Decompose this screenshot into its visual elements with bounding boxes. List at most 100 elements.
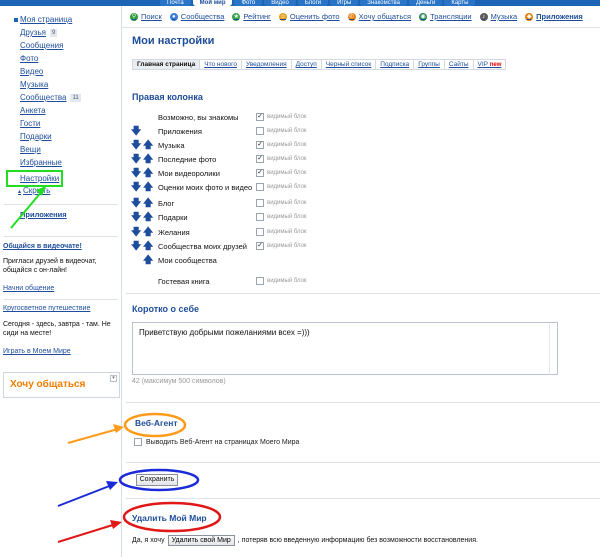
promo-videochat-link[interactable]: Начни общение xyxy=(3,285,54,292)
sidebar-item-profile[interactable]: Анкета xyxy=(20,106,46,116)
move-down-icon[interactable]: 🡇 xyxy=(131,227,141,238)
tab-groups[interactable]: Группы xyxy=(414,59,445,70)
sidebar-item-things[interactable]: Вещи xyxy=(20,145,41,155)
move-down-icon[interactable]: 🡇 xyxy=(131,198,141,209)
sidebar-item-favorites[interactable]: Избранные xyxy=(20,158,62,168)
sidebar-item-communities[interactable]: Сообщества 11 xyxy=(20,93,81,103)
sidebar-item-hide[interactable]: ▴ Скрыть xyxy=(18,186,50,197)
about-textarea[interactable]: Приветствую добрыми пожеланиями всех =))… xyxy=(132,322,558,375)
sidebar-item-guests[interactable]: Гости xyxy=(20,119,40,129)
collapse-widget-icon[interactable]: ▾ xyxy=(110,375,117,382)
tab-access[interactable]: Доступ xyxy=(291,59,322,70)
move-down-icon[interactable]: 🡇 xyxy=(131,154,141,165)
delete-world-title: Удалить Мой Мир xyxy=(132,513,207,523)
move-down-icon[interactable]: 🡇 xyxy=(131,126,141,137)
delete-suffix: , потеряв всю введенную информацию без в… xyxy=(237,537,478,544)
sidebar-item-apps[interactable]: Приложения xyxy=(20,210,67,220)
move-up-icon[interactable]: 🡅 xyxy=(143,255,153,266)
move-up-icon[interactable]: 🡅 xyxy=(143,140,153,151)
tab-vip[interactable]: VIP new xyxy=(473,59,507,70)
move-up-icon[interactable]: 🡅 xyxy=(143,168,153,179)
promo-videochat-title[interactable]: Общайся в видеочате! xyxy=(3,243,82,250)
row-label: Оценки моих фото и видео xyxy=(158,183,253,192)
sidebar-item-video[interactable]: Видео xyxy=(20,67,43,77)
about-title: Коротко о себе xyxy=(132,304,200,314)
sidebar-item-settings[interactable]: Настройки xyxy=(20,174,59,184)
divider xyxy=(126,498,600,499)
move-down-icon[interactable]: 🡇 xyxy=(131,182,141,193)
promo-travel-link[interactable]: Играть в Моем Мире xyxy=(3,348,71,355)
tab-main-page[interactable]: Главная страница xyxy=(132,59,201,70)
visible-checkbox[interactable] xyxy=(256,277,264,285)
sidebar-item-gifts[interactable]: Подарки xyxy=(20,132,52,142)
nav-music[interactable]: ♪ Музыка xyxy=(479,12,518,21)
visible-checkbox[interactable] xyxy=(256,183,264,191)
nav-label: Приложения xyxy=(536,12,583,21)
new-badge: new xyxy=(489,62,502,68)
move-up-icon[interactable]: 🡅 xyxy=(143,241,153,252)
visible-checkbox[interactable] xyxy=(256,199,264,207)
nav-label: Трансляции xyxy=(430,12,472,21)
textarea-scrollbar[interactable] xyxy=(549,324,556,375)
save-button[interactable]: Сохранить xyxy=(136,474,178,486)
about-text: Приветствую добрыми пожеланиями всех =))… xyxy=(139,328,310,337)
sidebar-item-photo[interactable]: Фото xyxy=(20,54,38,64)
row-label: Возможно, вы знакомы xyxy=(158,113,239,122)
visible-checkbox[interactable] xyxy=(256,228,264,236)
tab-whats-new[interactable]: Что нового xyxy=(200,59,242,70)
right-column-title: Правая колонка xyxy=(132,92,203,102)
row-label: Последние фото xyxy=(158,155,217,164)
nav-communities[interactable]: ● Сообщества xyxy=(169,12,224,21)
move-up-icon[interactable]: 🡅 xyxy=(143,182,153,193)
visible-checkbox[interactable]: ✓ xyxy=(256,242,264,250)
row-label: Музыка xyxy=(158,141,185,150)
setting-row: 🡇 🡅 Блог видимый блок xyxy=(130,198,430,212)
visible-checkbox-label: видимый блок xyxy=(267,156,307,162)
nav-want-chat[interactable]: ✆ Хочу общаться xyxy=(347,12,411,21)
sidebar-item-messages[interactable]: Сообщения xyxy=(20,41,63,51)
visible-checkbox-label: видимый блок xyxy=(267,114,307,120)
chat-widget: Хочу общаться ▾ xyxy=(3,372,120,398)
move-up-icon[interactable]: 🡅 xyxy=(143,212,153,223)
visible-checkbox[interactable] xyxy=(256,213,264,221)
visible-checkbox[interactable]: ✓ xyxy=(256,169,264,177)
web-agent-checkbox[interactable] xyxy=(134,438,142,446)
sidebar-item-friends[interactable]: Друзья 9 xyxy=(20,28,58,38)
divider xyxy=(4,299,118,300)
nav-label: Рейтинг xyxy=(243,12,271,21)
divider xyxy=(4,204,118,205)
rating-icon: ★ xyxy=(232,12,241,21)
visible-checkbox-label: видимый блок xyxy=(267,229,307,235)
nav-search[interactable]: ⚲ Поиск xyxy=(130,12,162,21)
visible-checkbox[interactable]: ✓ xyxy=(256,113,264,121)
nav-rating[interactable]: ★ Рейтинг xyxy=(232,12,271,21)
tab-subscription[interactable]: Подписка xyxy=(376,59,415,70)
move-down-icon[interactable]: 🡇 xyxy=(131,212,141,223)
sidebar-item-music[interactable]: Музыка xyxy=(20,80,48,90)
communities-count-badge: 11 xyxy=(70,93,81,102)
tab-sites[interactable]: Сайты xyxy=(444,59,474,70)
setting-row: 🡅 Мои сообщества xyxy=(130,255,430,269)
visible-checkbox[interactable]: ✓ xyxy=(256,141,264,149)
sidebar-item-my-page[interactable]: Моя страница xyxy=(14,15,72,25)
move-up-icon[interactable]: 🡅 xyxy=(143,227,153,238)
tab-notifications[interactable]: Уведомления xyxy=(241,59,292,70)
visible-checkbox[interactable]: ✓ xyxy=(256,155,264,163)
nav-apps[interactable]: ◆ Приложения xyxy=(525,12,583,21)
nav-broadcasts[interactable]: ◉ Трансляции xyxy=(419,12,472,21)
delete-world-button[interactable]: Удалить свой Мир xyxy=(167,535,235,546)
visible-checkbox[interactable] xyxy=(256,127,264,135)
promo-travel-title[interactable]: Кругосветное путешествие xyxy=(3,305,90,312)
nav-label: Музыка xyxy=(490,12,518,21)
setting-row: 🡇 🡅 Музыка ✓ видимый блок xyxy=(130,140,430,154)
nav-rate-photo[interactable]: ☺ Оценить фото xyxy=(278,12,340,21)
visible-checkbox-label: видимый блок xyxy=(267,142,307,148)
chat-widget-title[interactable]: Хочу общаться xyxy=(10,379,85,390)
move-up-icon[interactable]: 🡅 xyxy=(143,198,153,209)
move-down-icon[interactable]: 🡇 xyxy=(131,140,141,151)
setting-row: 🡇 🡅 Сообщества моих друзей ✓ видимый бло… xyxy=(130,241,430,255)
move-down-icon[interactable]: 🡇 xyxy=(131,168,141,179)
move-up-icon[interactable]: 🡅 xyxy=(143,154,153,165)
tab-blacklist[interactable]: Черный список xyxy=(321,59,377,70)
move-down-icon[interactable]: 🡇 xyxy=(131,241,141,252)
